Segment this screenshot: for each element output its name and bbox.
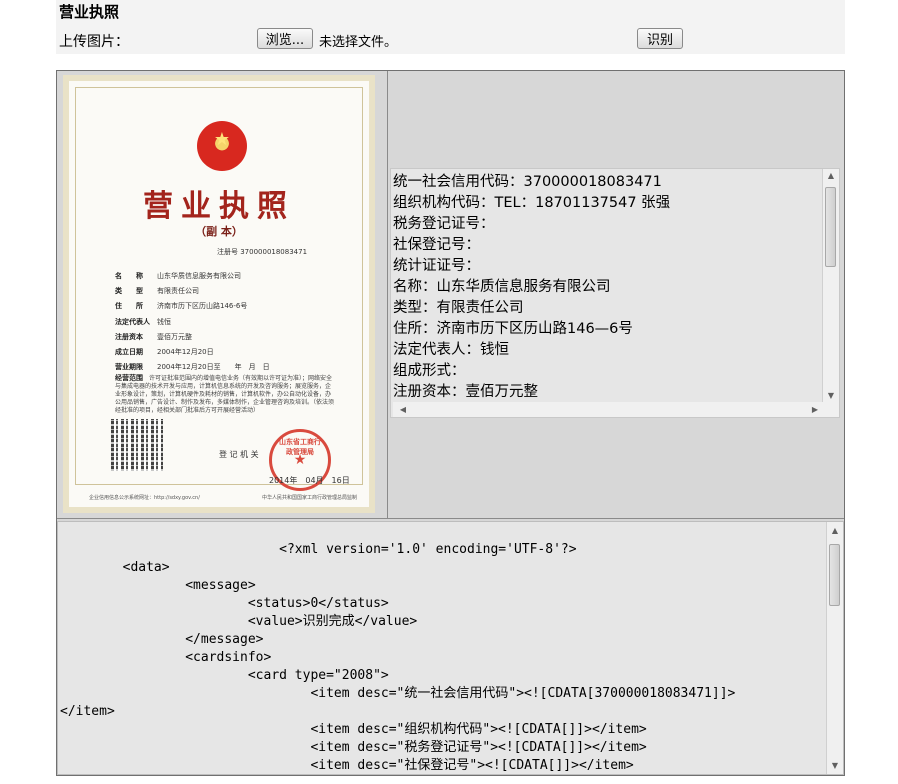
file-status: 未选择文件。 [319, 35, 398, 50]
scroll-up-arrow-icon[interactable]: ▲ [823, 171, 839, 180]
xml-line: <cardsinfo> [60, 650, 272, 665]
xml-scroll-up-arrow-icon[interactable]: ▲ [827, 526, 843, 535]
upload-header: 营业执照 上传图片： 浏览... 未选择文件。 识别 [56, 0, 845, 54]
license-title: 营业执照 [143, 189, 295, 224]
license-issue-date: 2014年 04月 16日 [269, 476, 350, 485]
license-field-row: 成立日期 2004年12月20日 [115, 348, 214, 356]
license-footer-right: 中华人民共和国国家工商行政管理总局监制 [261, 495, 357, 501]
scroll-down-arrow-icon[interactable]: ▼ [823, 391, 839, 400]
xml-line: </message> [60, 632, 264, 647]
scroll-left-arrow-icon[interactable]: ◀ [395, 405, 411, 414]
page-title: 营业执照 [59, 3, 120, 21]
recognized-field-line: 注册资本：壹佰万元整 [393, 384, 538, 400]
recognized-field-line: 统一社会信用代码：370000018083471 [393, 174, 662, 190]
recognized-fields-textbox[interactable]: 统一社会信用代码：370000018083471 组织机构代码：TEL：18701… [390, 168, 840, 418]
recognized-field-line: 组织机构代码：TEL：18701137547 张强 [393, 195, 671, 211]
xml-line: <item desc="组织机构代码"><![CDATA[]]></item> [60, 722, 647, 737]
license-field-row: 类 型有限责任公司 [115, 287, 199, 295]
xml-vertical-scrollbar[interactable]: ▲ ▼ [826, 522, 843, 774]
license-reg-no: 注册号 370000018083471 [217, 248, 308, 256]
license-subtitle: （副 本） [195, 225, 243, 238]
recognized-field-line: 组成形式： [393, 363, 466, 379]
xml-line: <status>0</status> [60, 596, 389, 611]
license-field-row: 法定代表人 钱恒 [115, 318, 171, 326]
xml-line: </item> [60, 704, 115, 719]
license-field-row: 名 称山东华质信息服务有限公司 [115, 272, 241, 280]
xml-output-textbox[interactable]: <?xml version='1.0' encoding='UTF-8'?> <… [57, 521, 844, 775]
xml-line: <card type="2008"> [60, 668, 389, 683]
license-footer-left: 企业信用信息公示系统网址：http://sdxy.gov.cn/ [89, 495, 200, 501]
scroll-thumb[interactable] [825, 187, 836, 267]
xml-line: <data> [60, 560, 170, 575]
license-image: ★ 营业执照 （副 本） 注册号 370000018083471 名 称山东华质… [63, 75, 375, 513]
license-image-cell: ★ 营业执照 （副 本） 注册号 370000018083471 名 称山东华质… [57, 71, 388, 518]
xml-output-text: <?xml version='1.0' encoding='UTF-8'?> <… [60, 541, 830, 774]
xml-line: <?xml version='1.0' encoding='UTF-8'?> [60, 542, 577, 557]
recognized-field-line: 名称：山东华质信息服务有限公司 [393, 279, 611, 295]
recognized-field-line: 法定代表人：钱恒 [393, 342, 509, 358]
recognized-fields-text: 统一社会信用代码：370000018083471 组织机构代码：TEL：18701… [393, 172, 825, 403]
info-horizontal-scrollbar[interactable]: ◀ ▶ [393, 402, 825, 417]
recognize-button[interactable]: 识别 [637, 28, 683, 49]
scroll-right-arrow-icon[interactable]: ▶ [807, 405, 823, 414]
upload-label: 上传图片： [59, 34, 129, 50]
results-panel: ★ 营业执照 （副 本） 注册号 370000018083471 名 称山东华质… [56, 70, 845, 776]
license-field-row: 住 所济南市历下区历山路146-6号 [115, 302, 248, 310]
xml-line: <item desc="税务登记证号"><![CDATA[]]></item> [60, 740, 647, 755]
recognized-field-line: 住所：济南市历下区历山路146—6号 [393, 321, 633, 337]
license-field-row: 注册资本 壹佰万元整 [115, 333, 192, 341]
xml-line: <value>识别完成</value> [60, 614, 418, 629]
recognized-field-line: 统计证证号： [393, 258, 480, 274]
recognized-field-line: 类型：有限责任公司 [393, 300, 524, 316]
xml-line: <item desc="统一社会信用代码"><![CDATA[370000018… [60, 686, 736, 701]
recognized-field-line: 社保登记号： [393, 237, 480, 253]
info-vertical-scrollbar[interactable]: ▲ ▼ [822, 169, 839, 402]
xml-scroll-down-arrow-icon[interactable]: ▼ [827, 761, 843, 770]
xml-line: <message> [60, 578, 256, 593]
recognized-field-line: 税务登记证号： [393, 216, 495, 232]
xml-scroll-thumb[interactable] [829, 544, 840, 606]
xml-line: <item desc="社保登记号"><![CDATA[]]></item> [60, 758, 634, 773]
browse-button[interactable]: 浏览... [257, 28, 313, 49]
license-field-row: 营业期限 2004年12月20日至 年 月 日 [115, 363, 270, 371]
license-scope: 经营范围 许可证批准范围内的增值电信业务（有效期以许可证为准）；网络安全与集成电… [115, 374, 335, 414]
license-issuer: 登 记 机 关 [219, 450, 259, 459]
national-emblem-icon: ★ [197, 121, 247, 171]
